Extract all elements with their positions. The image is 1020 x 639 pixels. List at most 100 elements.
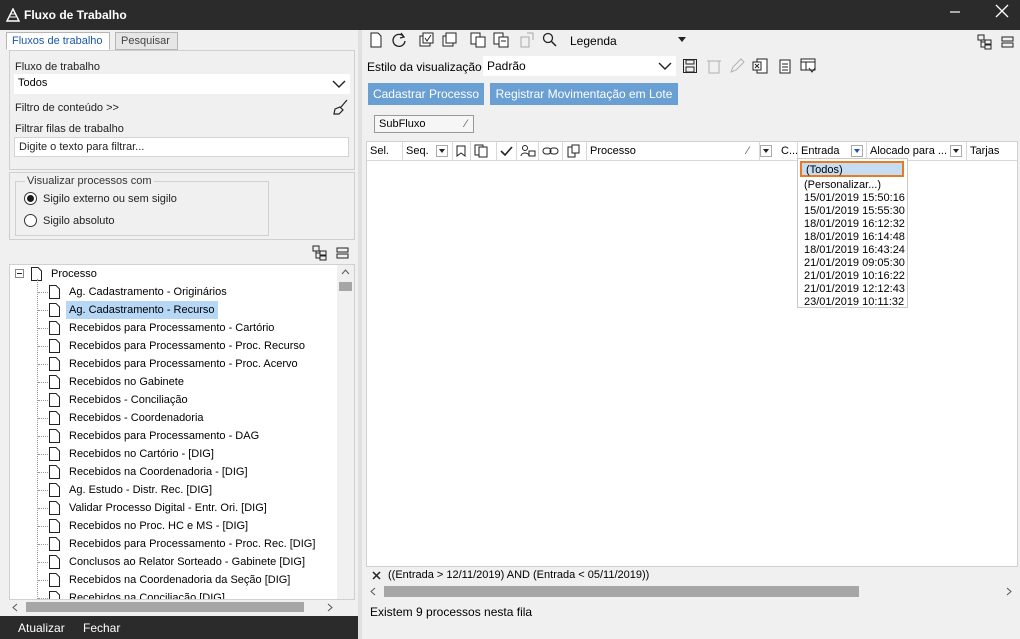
app-logo-icon <box>6 8 20 22</box>
entry-filter-option[interactable]: 15/01/2019 15:50:16 <box>804 192 905 205</box>
column-checked[interactable] <box>497 142 517 160</box>
report-icon[interactable] <box>777 58 793 74</box>
new-document-icon[interactable] <box>368 32 384 48</box>
uncheck-all-icon[interactable] <box>442 32 458 48</box>
column-sel[interactable]: Sel. <box>367 142 403 160</box>
column-attachments[interactable] <box>563 142 587 160</box>
active-filter-text[interactable]: ((Entrada > 12/11/2019) AND (Entrada < 0… <box>388 569 649 581</box>
scroll-left-icon[interactable] <box>370 587 376 596</box>
tree-guide-branch <box>38 364 48 365</box>
tree-collapse-icon[interactable] <box>15 269 24 278</box>
column-links[interactable] <box>539 142 563 160</box>
scroll-up-icon[interactable] <box>341 269 350 275</box>
tree-horizontal-scrollbar[interactable] <box>9 600 337 614</box>
tab-search[interactable]: Pesquisar <box>115 32 178 50</box>
column-sel-label: Sel. <box>370 145 389 157</box>
column-process-filter[interactable] <box>760 142 778 160</box>
clear-filter-icon[interactable] <box>372 571 381 580</box>
tree-guide-branch <box>38 472 48 473</box>
copy-process-icon[interactable] <box>470 32 486 48</box>
brush-icon[interactable] <box>333 99 349 115</box>
excel-export-icon[interactable] <box>752 58 768 74</box>
radio-external-secrecy[interactable] <box>24 192 37 205</box>
scroll-left-icon[interactable] <box>12 603 18 612</box>
close-window-button[interactable] <box>987 4 1017 24</box>
tree-expand-icon[interactable] <box>977 34 993 50</box>
tree-item-label: Recebidos na Coordenadoria - [DIG] <box>69 466 248 478</box>
column-seq-filter-icon[interactable] <box>436 145 448 157</box>
content-filter-toggle[interactable]: Filtro de conteúdo >> <box>15 102 119 114</box>
entry-filter-option[interactable]: 23/01/2019 10:11:32 <box>804 296 904 309</box>
tree-guide-branch <box>38 310 48 311</box>
entry-filter-option[interactable]: 21/01/2019 09:05:30 <box>804 257 905 270</box>
edit-view-disabled-icon <box>730 58 745 73</box>
entry-filter-option[interactable]: 21/01/2019 12:12:43 <box>804 283 905 296</box>
tree-hscroll-thumb[interactable] <box>26 602 304 612</box>
column-c[interactable]: C... <box>778 142 798 160</box>
column-bookmark[interactable] <box>453 142 471 160</box>
entry-filter-option[interactable]: 21/01/2019 10:16:22 <box>804 270 905 283</box>
entry-filter-option[interactable]: 18/01/2019 16:14:48 <box>804 231 905 244</box>
layout-settings-icon[interactable] <box>800 58 816 74</box>
minimize-button[interactable] <box>940 4 970 24</box>
users-icon <box>520 145 536 157</box>
tree-item-label: Recebidos para Processamento - Proc. Rec… <box>69 538 316 550</box>
tree-guide-branch <box>38 544 48 545</box>
search-settings-icon[interactable] <box>542 32 558 48</box>
save-view-icon[interactable] <box>682 58 698 74</box>
close-button[interactable]: Fechar <box>83 621 120 635</box>
column-entry-filter-icon[interactable] <box>851 145 863 157</box>
scroll-right-icon[interactable] <box>1006 587 1012 596</box>
grid-horizontal-scrollbar[interactable] <box>366 584 1018 599</box>
legend-dropdown-arrow-icon[interactable] <box>678 37 686 42</box>
radio-external-secrecy-label[interactable]: Sigilo externo ou sem sigilo <box>43 193 177 205</box>
view-style-select[interactable]: Padrão <box>483 56 676 76</box>
entry-filter-option-all[interactable]: (Todos) <box>800 161 904 177</box>
document-icon <box>49 519 60 533</box>
tree-guide-branch <box>38 382 48 383</box>
radio-absolute-secrecy-label[interactable]: Sigilo absoluto <box>43 215 115 227</box>
entry-filter-option[interactable]: 18/01/2019 16:43:24 <box>804 244 905 257</box>
queue-filter-input[interactable]: Digite o texto para filtrar... <box>14 137 349 157</box>
register-batch-movement-button[interactable]: Registrar Movimentação em Lote <box>490 83 678 105</box>
column-assignees[interactable] <box>517 142 539 160</box>
view-group-box <box>15 181 269 236</box>
collapse-all-icon[interactable] <box>335 245 351 261</box>
tree-item-label: Ag. Estudo - Distr. Rec. [DIG] <box>69 484 213 496</box>
radio-absolute-secrecy[interactable] <box>24 214 37 227</box>
subflow-group-chip-label: SubFluxo <box>379 118 426 130</box>
check-all-icon[interactable] <box>419 32 435 48</box>
tree-item-label: Recebidos no Gabinete <box>69 376 184 388</box>
entry-filter-option[interactable]: 15/01/2019 15:55:30 <box>804 205 905 218</box>
sort-icon: ⁄ <box>747 145 749 157</box>
tree-guide-branch <box>38 526 48 527</box>
refresh-button[interactable]: Atualizar <box>18 621 65 635</box>
column-allocated-filter-icon[interactable] <box>950 145 962 157</box>
column-copies[interactable] <box>471 142 497 160</box>
refresh-icon[interactable] <box>391 32 407 48</box>
document-icon <box>49 429 60 443</box>
tab-workflows[interactable]: Fluxos de trabalho <box>6 32 110 50</box>
column-process[interactable]: Processo ⁄ <box>587 142 760 160</box>
grid-hscroll-thumb[interactable] <box>384 586 859 597</box>
entry-filter-option[interactable]: 18/01/2019 16:12:32 <box>804 218 905 231</box>
column-seq[interactable]: Seq. <box>403 142 453 160</box>
expand-all-icon[interactable] <box>312 245 328 261</box>
tree-guide-branch <box>38 418 48 419</box>
tree-vertical-scrollbar[interactable] <box>337 265 354 599</box>
column-process-filter-icon[interactable] <box>760 145 772 157</box>
register-process-button[interactable]: Cadastrar Processo <box>368 83 484 105</box>
document-icon <box>49 573 60 587</box>
tree-item-label: Recebidos - Coordenadoria <box>69 412 204 424</box>
tree-item-label: Recebidos para Processamento - Proc. Ace… <box>69 358 298 370</box>
tree-vscroll-thumb[interactable] <box>339 282 352 291</box>
legend-dropdown[interactable]: Legenda <box>570 34 617 48</box>
entry-filter-option[interactable]: (Personalizar...) <box>804 179 881 192</box>
tree-collapse-all-icon[interactable] <box>1000 34 1016 50</box>
scroll-right-icon[interactable] <box>327 603 333 612</box>
workflow-select[interactable]: Todos <box>14 74 350 94</box>
paste-process-icon[interactable] <box>493 32 509 48</box>
subflow-group-chip[interactable]: SubFluxo ⁄ <box>374 115 474 133</box>
column-tags[interactable]: Tarjas <box>967 142 1017 160</box>
document-icon <box>49 537 60 551</box>
